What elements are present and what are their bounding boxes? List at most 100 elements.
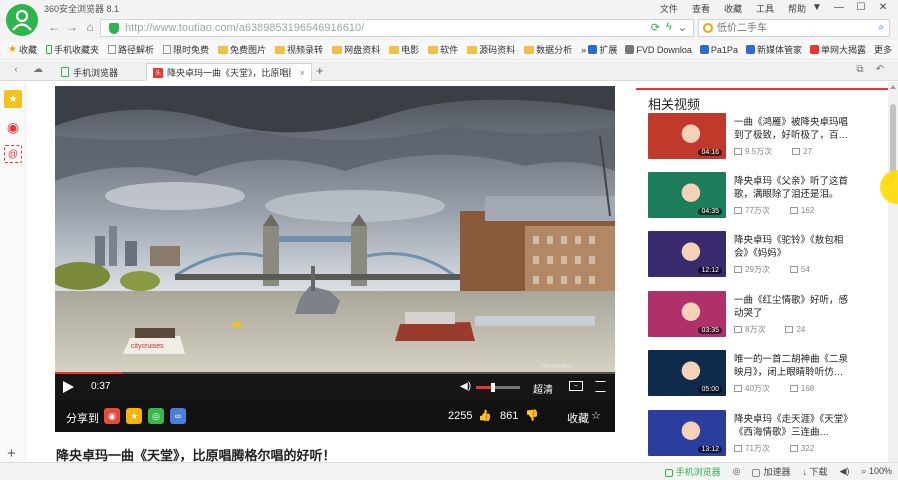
video-progress-bar[interactable]	[55, 372, 615, 374]
tab-mobile-browser[interactable]: 手机浏览器	[55, 63, 141, 81]
related-video-thumbnail[interactable]: 13:12	[648, 410, 726, 456]
share-bar: 分享到 ◉ ★ ◎ ∞ 2255 👍 861 👎 收藏 ☆	[55, 400, 615, 432]
pa1pa-button[interactable]: Pa1Pa	[699, 43, 738, 56]
related-video-title[interactable]: 唯一的一首二胡神曲《二泉映月》，闭上眼睛聆听仿…	[734, 353, 850, 379]
menu-favorites[interactable]: 收藏	[724, 2, 742, 15]
bookmark-source-code[interactable]: 源码资料	[467, 43, 515, 56]
bookmark-limited-free[interactable]: 限时免费	[163, 43, 209, 56]
forward-arrow-icon[interactable]: →	[64, 20, 80, 34]
url-field[interactable]: http://www.toutiao.com/a6389853196546916…	[100, 19, 694, 37]
status-zoom[interactable]: ⌕ 100%	[861, 466, 892, 477]
tab-video-page[interactable]: 头 降央卓玛一曲《天堂》，比原唱腾格尔 ×	[146, 63, 312, 81]
page-scrollbar[interactable]	[888, 82, 898, 462]
volume-icon[interactable]: ◀)	[460, 381, 471, 392]
related-video-item[interactable]: 03:35 一曲《红尘情歌》好听，感动哭了 8万次 24	[648, 291, 880, 339]
related-video-thumbnail[interactable]: 04:35	[648, 172, 726, 218]
new-tab-plus-icon[interactable]: +	[316, 63, 324, 78]
video-frame[interactable]: citycruises Nextvideo	[55, 86, 615, 374]
undo-close-icon[interactable]: ↶	[872, 64, 888, 75]
related-video-title[interactable]: 降央卓玛《走天涯》《天堂》《西海情歌》三连曲…	[734, 413, 850, 439]
share-wechat-icon[interactable]: ◎	[148, 408, 164, 424]
bookmark-movies[interactable]: 电影	[389, 43, 419, 56]
extensions-button[interactable]: 扩展	[588, 43, 617, 56]
tab-scroll-left-icon[interactable]: ‹	[8, 64, 24, 75]
bookmarks-more-chevron-icon[interactable]: »	[581, 45, 586, 55]
related-video-item[interactable]: 04:16 一曲《鸿雁》被降央卓玛唱到了极致，好听极了，百… 9.5万次 27	[648, 113, 880, 161]
favorites-star-icon[interactable]: ★	[4, 90, 22, 108]
url-text[interactable]: http://www.toutiao.com/a6389853196546916…	[125, 22, 364, 34]
scroll-up-arrow-icon[interactable]	[890, 85, 896, 89]
collect-button[interactable]: 收藏	[567, 410, 589, 426]
related-video-title[interactable]: 降央卓玛《父亲》听了这首歌，满眼除了泪还是泪。	[734, 175, 850, 201]
play-icon[interactable]	[63, 381, 74, 393]
status-reading-icon[interactable]: ◎	[733, 466, 741, 477]
related-video-thumbnail[interactable]: 12:12	[648, 231, 726, 277]
related-video-title[interactable]: 一曲《鸿雁》被降央卓玛唱到了极致，好听极了，百…	[734, 116, 850, 142]
related-video-thumbnail[interactable]: 03:35	[648, 291, 726, 337]
menu-help[interactable]: 帮助	[788, 2, 806, 15]
widescreen-icon[interactable]: ⇔	[569, 381, 583, 391]
related-video-item[interactable]: 04:35 降央卓玛《父亲》听了这首歌，满眼除了泪还是泪。 77万次 162	[648, 172, 880, 220]
home-icon[interactable]: ⌂	[82, 20, 98, 34]
phone-icon	[664, 468, 673, 477]
thumbs-down-icon[interactable]: 👎	[525, 409, 539, 422]
mail-icon[interactable]: @	[4, 145, 22, 163]
menu-tools[interactable]: 工具	[756, 2, 774, 15]
share-weibo-icon[interactable]: ◉	[104, 408, 120, 424]
page-icon	[108, 45, 116, 54]
fullscreen-icon[interactable]	[595, 381, 606, 392]
bookmark-software[interactable]: 软件	[428, 43, 458, 56]
status-download[interactable]: ↓ 下载	[802, 465, 827, 478]
related-video-thumbnail[interactable]: 05:00	[648, 350, 726, 396]
search-box[interactable]: ⌕	[698, 19, 890, 37]
back-arrow-icon[interactable]: ←	[46, 20, 62, 34]
search-input[interactable]	[717, 21, 867, 35]
restore-tabs-icon[interactable]: ⧉	[852, 64, 868, 75]
volume-knob[interactable]	[491, 383, 496, 392]
view-count: 40万次	[745, 384, 770, 393]
status-accelerator[interactable]: 加速器	[752, 465, 790, 478]
status-mobile-browser[interactable]: 手机浏览器	[664, 465, 721, 478]
share-link-icon[interactable]: ∞	[170, 408, 186, 424]
close-button[interactable]: ✕	[872, 0, 894, 15]
volume-slider[interactable]	[476, 383, 520, 392]
lightning-icon[interactable]: ϟ	[666, 21, 672, 34]
bookmark-free-images[interactable]: 免费图片	[218, 43, 266, 56]
status-sound-icon[interactable]: ◀)	[840, 466, 850, 477]
bookmark-data-analysis[interactable]: 数据分析	[524, 43, 572, 56]
bookmark-path-parse[interactable]: 路径解析	[108, 43, 154, 56]
collect-star-icon[interactable]: ☆	[591, 409, 601, 422]
related-video-item[interactable]: 13:12 降央卓玛《走天涯》《天堂》《西海情歌》三连曲… 71万次 322	[648, 410, 880, 458]
share-qzone-icon[interactable]: ★	[126, 408, 142, 424]
title-menu: 文件 查看 收藏 工具 帮助	[660, 2, 806, 15]
related-video-title[interactable]: 降央卓玛《驼铃》《敖包相会》《妈妈》	[734, 234, 850, 260]
bookmark-mobile-favorites[interactable]: 手机收藏夹	[45, 43, 99, 56]
menu-file[interactable]: 文件	[660, 2, 678, 15]
minimize-button[interactable]: —	[828, 0, 850, 15]
new-media-button[interactable]: 新媒体管家	[745, 43, 802, 56]
user-avatar-icon[interactable]	[6, 4, 38, 36]
dropdown-icon[interactable]: ⌄	[678, 21, 687, 34]
thumbs-up-icon[interactable]: 👍	[478, 409, 492, 422]
tab-close-icon[interactable]: ×	[300, 68, 305, 78]
related-video-item[interactable]: 05:00 唯一的一首二胡神曲《二泉映月》，闭上眼睛聆听仿… 40万次 168	[648, 350, 880, 398]
bookmark-favorites[interactable]: ★ 收藏	[8, 43, 37, 56]
fvd-downloader-button[interactable]: FVD Downloa	[625, 43, 692, 56]
related-video-item[interactable]: 12:12 降央卓玛《驼铃》《敖包相会》《妈妈》 29万次 54	[648, 231, 880, 279]
maximize-button[interactable]: ☐	[850, 0, 872, 15]
quality-button[interactable]: 超清	[533, 381, 553, 396]
window-menu-button[interactable]: ▼	[806, 0, 828, 15]
related-video-thumbnail[interactable]: 04:16	[648, 113, 726, 159]
menu-view[interactable]: 查看	[692, 2, 710, 15]
bookmark-netdisk[interactable]: 网盘资料	[332, 43, 380, 56]
weibo-icon[interactable]: ◉	[4, 118, 22, 136]
related-video-title[interactable]: 一曲《红尘情歌》好听，感动哭了	[734, 294, 850, 320]
refresh-icon[interactable]: ⟳	[651, 21, 660, 34]
cloud-icon[interactable]: ☁	[30, 64, 46, 75]
bookmark-video-record[interactable]: 视频录转	[275, 43, 323, 56]
exposure-button[interactable]: 单网大揭露	[809, 43, 866, 56]
search-icon[interactable]: ⌕	[878, 22, 884, 33]
video-player[interactable]: citycruises Nextvideo 0:37 ◀) 超清 ⇔ 分享到 ◉…	[55, 86, 615, 432]
add-sidebar-plus-icon[interactable]: +	[7, 445, 16, 462]
more-button[interactable]: 更多	[874, 43, 892, 56]
